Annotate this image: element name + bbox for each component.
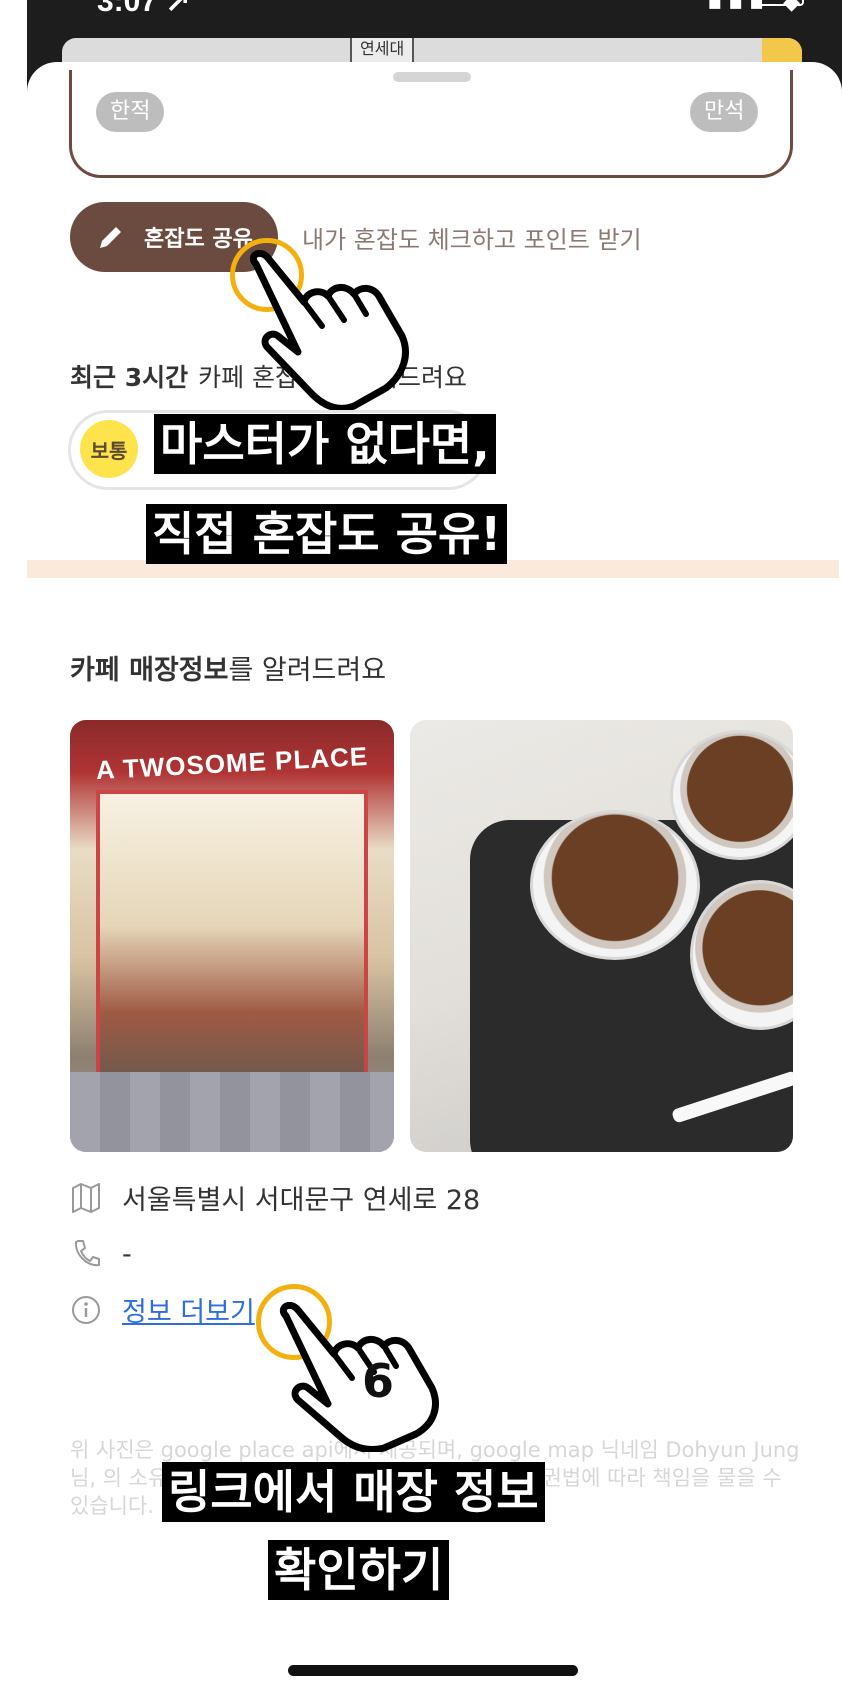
- coffee-photo[interactable]: [410, 720, 793, 1152]
- info-icon: [72, 1295, 100, 1324]
- coffee-cup: [530, 810, 700, 960]
- caption-line-4: 확인하기: [268, 1540, 450, 1600]
- address-row: 서울특별시 서대문구 연세로 28: [70, 1178, 480, 1217]
- left-margin: [0, 0, 27, 1684]
- store-title-rest: 를 알려드려요: [228, 655, 387, 686]
- store-info-title: 카페 매장정보를 알려드려요: [70, 648, 386, 687]
- phone-row: -: [70, 1238, 132, 1270]
- congestion-gauge: [69, 70, 793, 178]
- more-info-link[interactable]: 정보 더보기: [122, 1290, 255, 1329]
- caption-line-2: 직접 혼잡도 공유!: [146, 504, 508, 564]
- caption-line-3: 링크에서 매장 정보: [162, 1462, 545, 1522]
- gauge-label-full: 만석: [690, 92, 759, 132]
- more-info-row[interactable]: 정보 더보기: [70, 1290, 255, 1329]
- pavement: [70, 1072, 394, 1152]
- pointing-hand-icon: [279, 1302, 439, 1452]
- address-text: 서울특별시 서대문구 연세로 28: [122, 1185, 481, 1216]
- battery-icon: [758, 0, 804, 6]
- storefront-image: [96, 790, 368, 1090]
- phone-text: -: [122, 1238, 132, 1270]
- home-indicator[interactable]: [288, 1665, 578, 1676]
- status-time: 3:07 ↗: [97, 0, 191, 18]
- caption-line-1: 마스터가 없다면,: [154, 414, 496, 474]
- store-title-bold: 카페 매장정보: [70, 655, 229, 686]
- level-badge: 보통: [80, 420, 138, 478]
- map-icon: [72, 1182, 100, 1213]
- store-photo[interactable]: A TWOSOME PLACE: [70, 720, 394, 1152]
- share-button-label: 혼잡도 공유: [144, 227, 253, 252]
- pencil-icon: [100, 227, 121, 248]
- step-number: 6: [362, 1354, 395, 1408]
- store-sign: A TWOSOME PLACE: [95, 740, 369, 786]
- phone-icon: [74, 1240, 100, 1267]
- gauge-label-quiet: 한적: [96, 92, 165, 132]
- map-label: 연세대: [350, 38, 415, 62]
- recent-title-bold: 최근 3시간: [70, 363, 189, 392]
- pointing-hand-icon: [249, 250, 409, 410]
